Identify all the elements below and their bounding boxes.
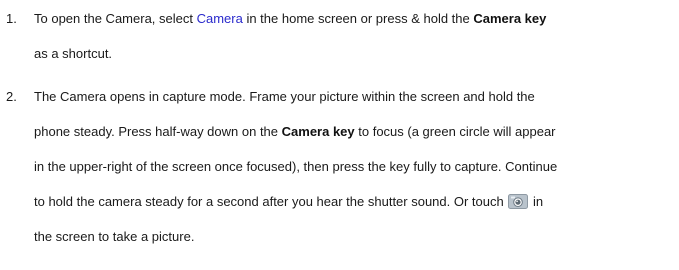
step-2-line-5: the screen to take a picture. <box>34 229 195 244</box>
step-1-line-2: as a shortcut. <box>34 46 113 61</box>
step-1-number: 1. <box>6 11 17 26</box>
step-2-line-2-text-b: to focus (a green circle will appear <box>354 124 556 139</box>
step-2-line-3: in the upper-right of the screen once fo… <box>34 159 558 174</box>
camera-key-label: Camera key <box>281 124 355 139</box>
step-1-line-1-text-a: To open the Camera, select <box>34 11 197 26</box>
step-2-line-4-text-b: in <box>532 194 544 209</box>
step-2-line-2: phone steady. Press half-way down on the… <box>34 124 556 139</box>
instruction-document: 1. To open the Camera, select Camera in … <box>0 0 679 270</box>
step-1-line-1-text-b: in the home screen or press & hold the <box>242 11 474 26</box>
camera-link[interactable]: Camera <box>197 11 243 26</box>
camera-key-label: Camera key <box>473 11 547 26</box>
step-1-line-1: To open the Camera, select Camera in the… <box>34 11 546 26</box>
step-2-line-2-text-a: phone steady. Press half-way down on the <box>34 124 282 139</box>
step-2-line-4: to hold the camera steady for a second a… <box>34 194 543 209</box>
step-2-number: 2. <box>6 89 17 104</box>
step-2-line-4-text-a: to hold the camera steady for a second a… <box>34 194 504 209</box>
step-2-line-1: The Camera opens in capture mode. Frame … <box>34 89 535 104</box>
camera-icon <box>508 194 529 209</box>
